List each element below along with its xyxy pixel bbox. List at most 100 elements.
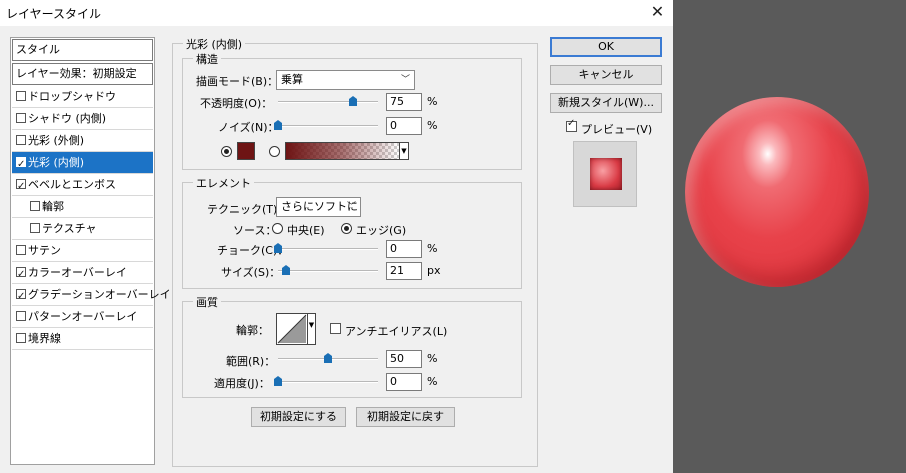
list-item[interactable]: 輪郭: [12, 196, 153, 218]
reset-default-button[interactable]: 初期設定に戻す: [356, 407, 455, 427]
checkbox-icon[interactable]: [16, 91, 26, 101]
ok-button[interactable]: OK: [550, 37, 662, 57]
antialias-label: アンチエイリアス(L): [345, 325, 448, 338]
list-item[interactable]: シャドウ (内側): [12, 108, 153, 130]
choke-input[interactable]: 0: [386, 240, 422, 258]
structure-title: 構造: [193, 51, 221, 67]
gradient-fill: [286, 143, 399, 159]
size-unit: px: [427, 264, 441, 277]
list-header-effects[interactable]: レイヤー効果：初期設定: [12, 63, 153, 85]
make-default-button[interactable]: 初期設定にする: [251, 407, 346, 427]
list-item-label: ドロップシャドウ: [28, 90, 116, 103]
list-item[interactable]: グラデーションオーバーレイ: [12, 284, 171, 308]
layer-style-dialog: レイヤースタイル ✕ スタイル レイヤー効果：初期設定 ドロップシャドウシャドウ…: [0, 0, 673, 473]
list-item[interactable]: ベベルとエンボス: [12, 174, 153, 198]
opacity-input[interactable]: 75: [386, 93, 422, 111]
list-item[interactable]: カラーオーバーレイ: [12, 262, 153, 286]
jitter-input[interactable]: 0: [386, 373, 422, 391]
panel-title: 光彩 (内側): [183, 36, 246, 52]
range-input[interactable]: 50: [386, 350, 422, 368]
size-label: サイズ(S)：: [221, 266, 281, 279]
chevron-down-icon: ▼: [399, 143, 408, 159]
list-item[interactable]: 光彩 (内側): [12, 152, 153, 176]
checkbox-icon[interactable]: [16, 311, 26, 321]
list-item-label: グラデーションオーバーレイ: [28, 288, 171, 301]
range-unit: %: [427, 352, 438, 365]
list-item[interactable]: ドロップシャドウ: [12, 86, 153, 108]
checkbox-icon[interactable]: [16, 333, 26, 343]
list-item-label: 境界線: [28, 332, 61, 345]
checkbox-icon[interactable]: [16, 154, 26, 176]
jitter-slider-track[interactable]: [278, 381, 378, 383]
checkbox-icon[interactable]: [16, 286, 26, 308]
opacity-slider-thumb[interactable]: [349, 96, 357, 106]
preview-label: プレビュー(V): [581, 123, 653, 136]
source-edge-radio[interactable]: [341, 222, 352, 235]
list-item-label: カラーオーバーレイ: [28, 266, 127, 279]
list-item-label: 輪郭: [42, 200, 64, 213]
list-item[interactable]: サテン: [12, 240, 153, 262]
antialias-checkbox[interactable]: [330, 323, 343, 336]
glow-gradient-picker[interactable]: ▼: [285, 142, 409, 160]
source-center-label: 中央(E): [287, 224, 325, 237]
source-center-radio[interactable]: [272, 222, 283, 235]
radio-off-icon: [269, 146, 280, 157]
radio-on-icon: [341, 223, 352, 234]
opacity-unit: %: [427, 95, 438, 108]
checkbox-icon[interactable]: [16, 264, 26, 286]
list-item[interactable]: 光彩 (外側): [12, 130, 153, 152]
glow-color-swatch[interactable]: [237, 142, 255, 160]
list-item[interactable]: テクスチャ: [12, 218, 153, 240]
checkbox-icon[interactable]: [16, 245, 26, 255]
noise-input[interactable]: 0: [386, 117, 422, 135]
checkbox-icon: [330, 323, 341, 334]
size-slider-track[interactable]: [278, 270, 378, 272]
checkbox-icon[interactable]: [16, 135, 26, 145]
opacity-label: 不透明度(O)：: [200, 97, 273, 110]
color-radio[interactable]: [221, 145, 232, 158]
noise-slider-track[interactable]: [278, 125, 378, 127]
preview-checkbox[interactable]: [566, 118, 579, 134]
checkbox-icon[interactable]: [30, 201, 40, 211]
close-icon[interactable]: ✕: [642, 0, 673, 26]
contour-curve-icon: [277, 314, 307, 344]
window-title: レイヤースタイル: [6, 7, 102, 21]
title-bar: レイヤースタイル ✕: [0, 0, 673, 26]
new-style-button[interactable]: 新規スタイル(W)...: [550, 93, 662, 113]
checkbox-icon[interactable]: [30, 223, 40, 233]
list-item-label: 光彩 (外側): [28, 134, 85, 147]
chevron-down-icon: ﹀: [346, 202, 356, 212]
document-canvas: [673, 0, 906, 473]
gradient-radio[interactable]: [269, 145, 280, 158]
noise-label: ノイズ(N)：: [218, 121, 279, 134]
noise-unit: %: [427, 119, 438, 132]
elements-title: エレメント: [193, 175, 254, 191]
jitter-label: 適用度(J)：: [214, 377, 270, 390]
list-item-label: パターンオーバーレイ: [28, 310, 138, 323]
opacity-slider-track[interactable]: [278, 101, 378, 103]
source-label: ソース：: [233, 224, 277, 237]
technique-select[interactable]: さらにソフトに ﹀: [276, 197, 361, 217]
blend-mode-value: 乗算: [281, 73, 303, 86]
radio-off-icon: [272, 223, 283, 234]
contour-picker[interactable]: ▼: [276, 313, 316, 345]
list-item-label: サテン: [28, 244, 61, 257]
list-item[interactable]: 境界線: [12, 328, 153, 350]
checkbox-icon[interactable]: [16, 113, 26, 123]
cancel-button[interactable]: キャンセル: [550, 65, 662, 85]
list-header-styles[interactable]: スタイル: [12, 39, 153, 61]
jitter-slider-thumb[interactable]: [274, 376, 282, 386]
checkbox-icon: [566, 118, 577, 132]
blend-mode-select[interactable]: 乗算 ﹀: [276, 70, 415, 90]
noise-slider-thumb[interactable]: [274, 120, 282, 130]
checkbox-icon[interactable]: [16, 176, 26, 198]
jitter-unit: %: [427, 375, 438, 388]
list-item-label: 光彩 (内側): [28, 156, 85, 169]
size-slider-thumb[interactable]: [282, 265, 291, 275]
size-input[interactable]: 21: [386, 262, 422, 280]
choke-slider-track[interactable]: [278, 248, 378, 250]
style-preview-thumbnail: [573, 141, 637, 207]
list-item[interactable]: パターンオーバーレイ: [12, 306, 153, 328]
choke-slider-thumb[interactable]: [274, 243, 282, 253]
range-slider-thumb[interactable]: [324, 353, 332, 363]
